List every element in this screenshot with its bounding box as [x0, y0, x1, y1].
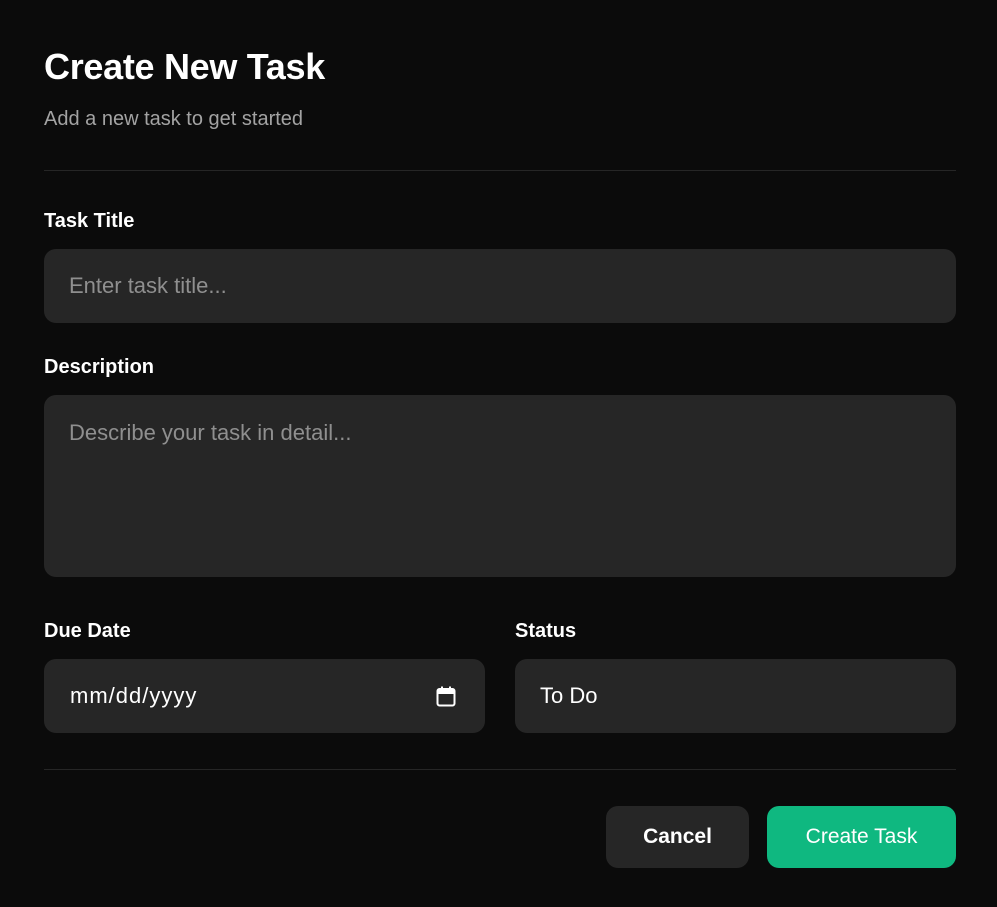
- calendar-icon[interactable]: [435, 685, 457, 707]
- create-task-dialog: Create New Task Add a new task to get st…: [0, 0, 997, 907]
- due-date-input[interactable]: mm/dd/yyyy: [44, 659, 485, 733]
- description-label: Description: [44, 356, 155, 378]
- description-textarea[interactable]: [44, 395, 956, 577]
- cancel-button[interactable]: Cancel: [606, 806, 749, 868]
- page-subtitle: Add a new task to get started: [44, 108, 304, 130]
- status-selected-value: To Do: [540, 683, 598, 708]
- header-divider: [44, 170, 956, 171]
- task-title-label: Task Title: [44, 210, 135, 232]
- due-date-value: mm/dd/yyyy: [70, 683, 198, 708]
- status-select[interactable]: To Do: [515, 659, 956, 733]
- status-label: Status: [515, 620, 577, 642]
- footer-divider: [44, 769, 956, 770]
- task-title-input[interactable]: [44, 249, 956, 323]
- create-task-button[interactable]: Create Task: [767, 806, 956, 868]
- due-date-label: Due Date: [44, 620, 131, 642]
- page-title: Create New Task: [44, 46, 325, 87]
